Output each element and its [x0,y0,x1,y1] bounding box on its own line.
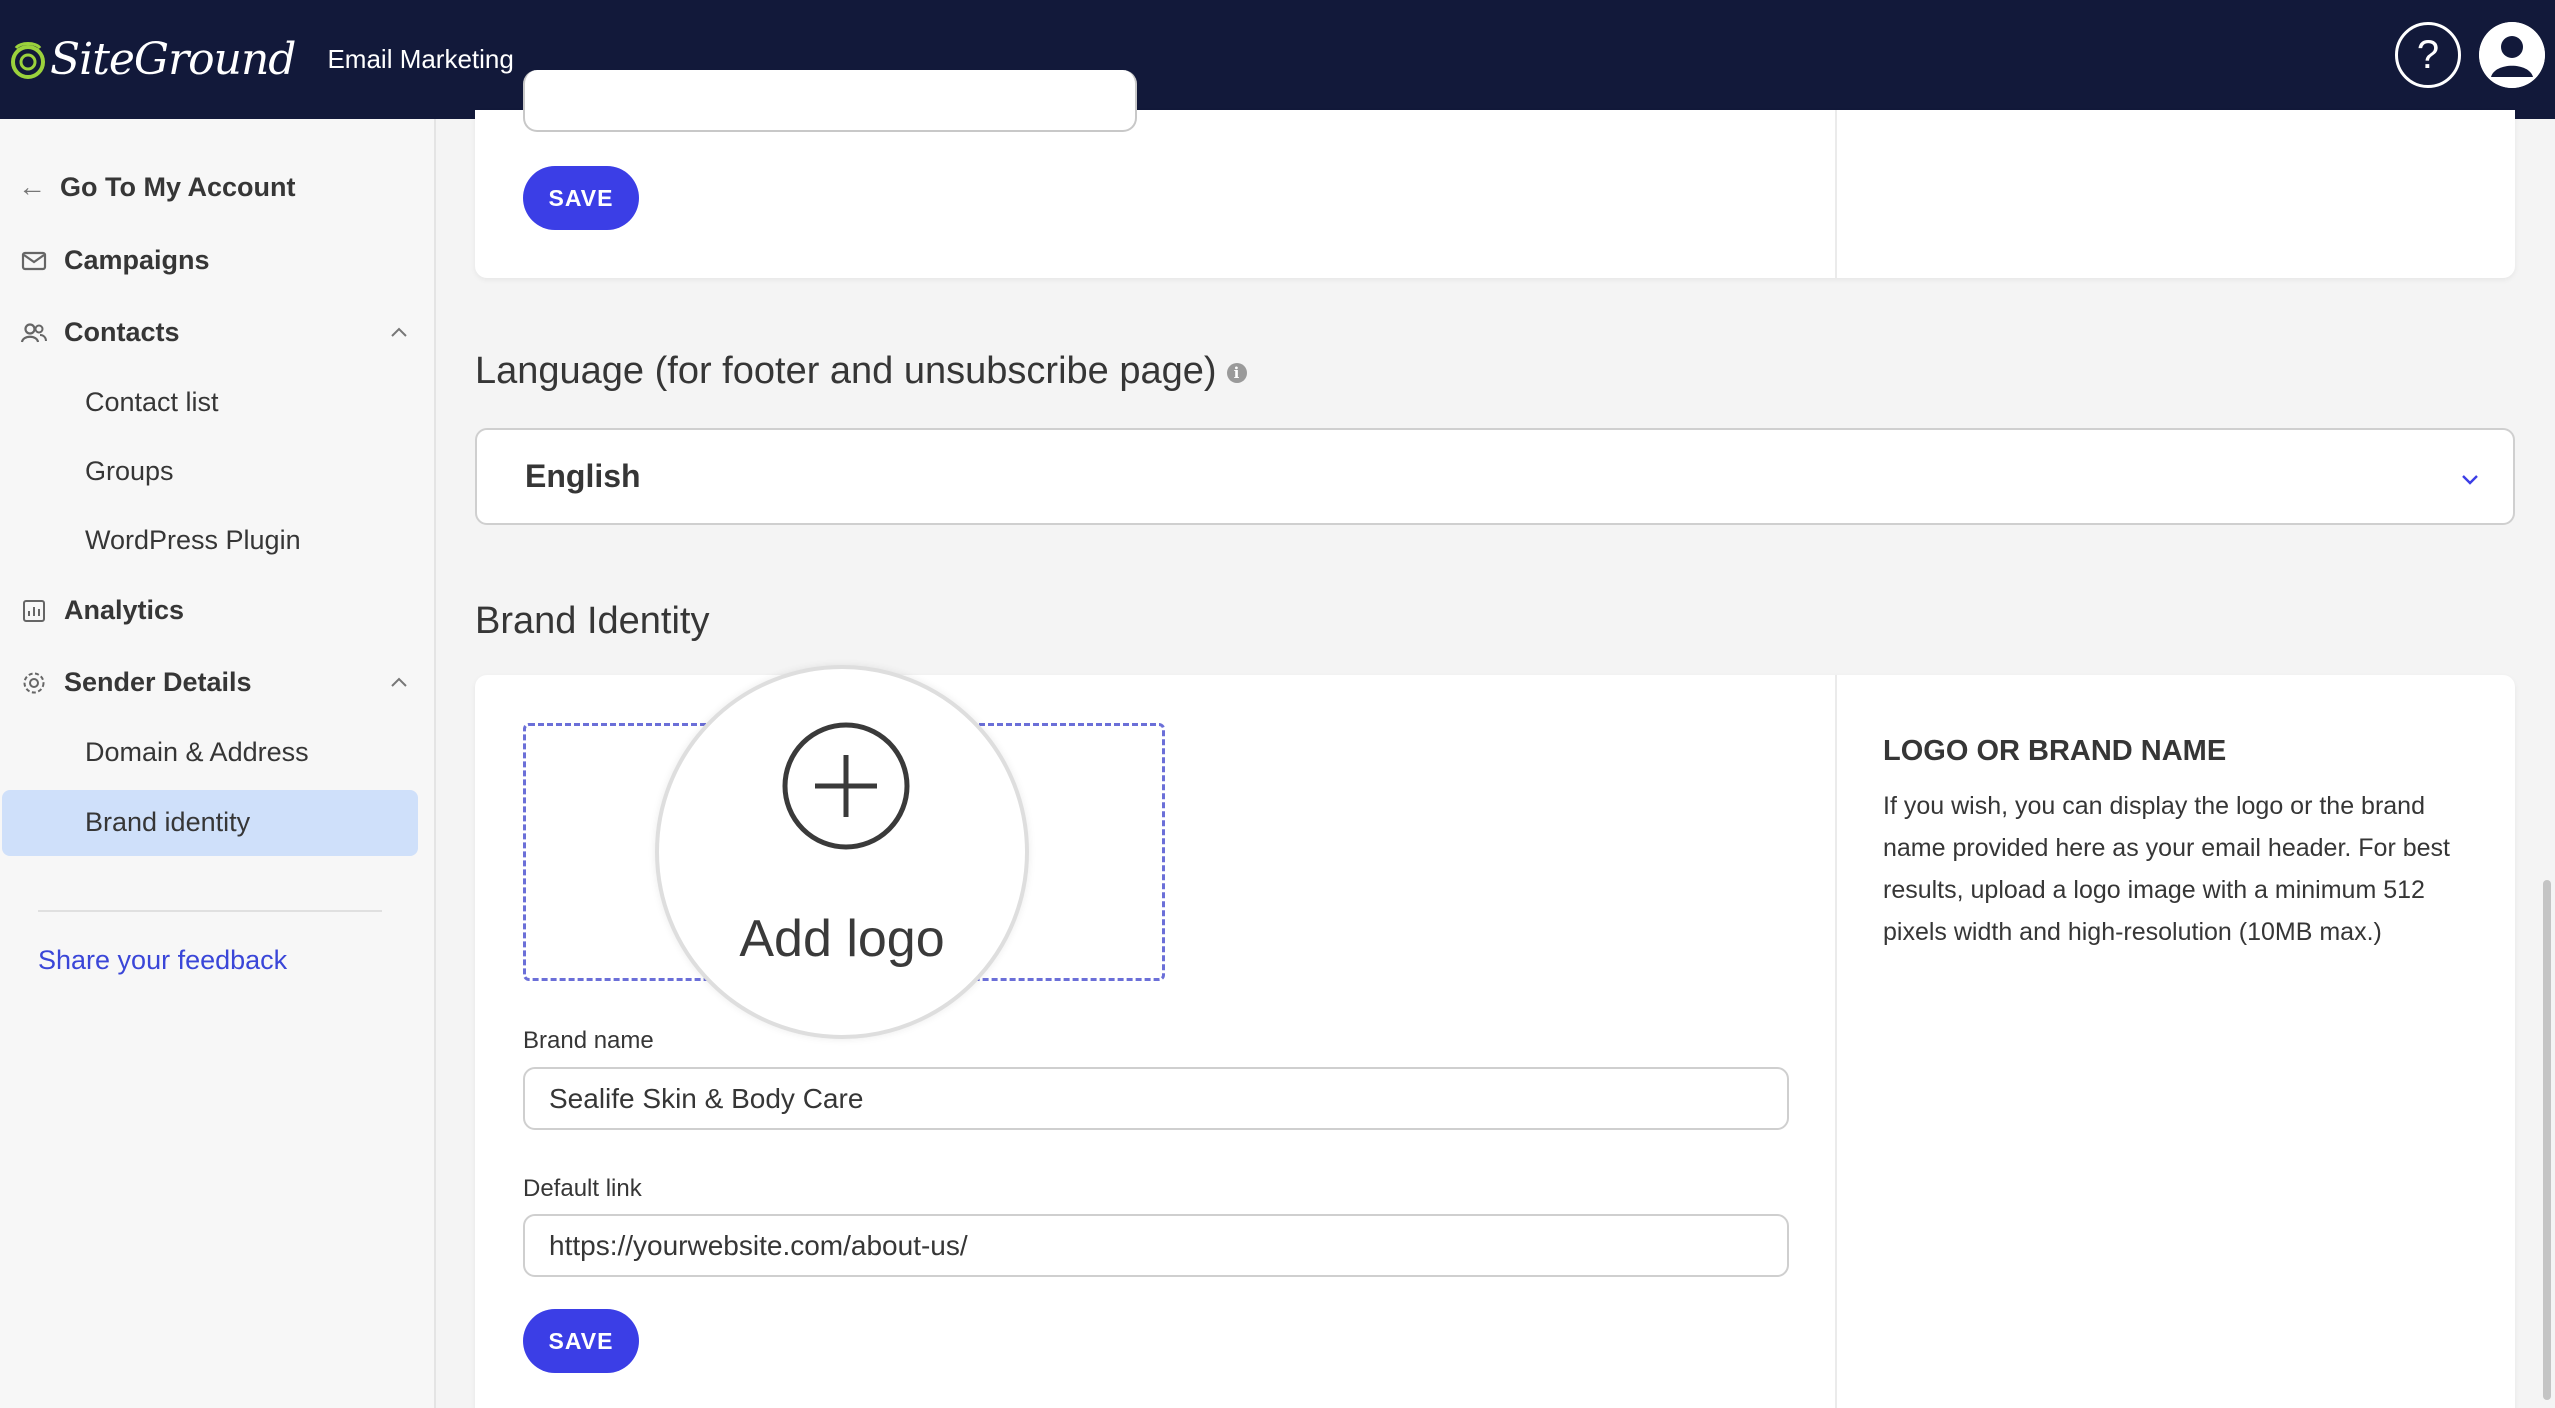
sidebar-item-contacts[interactable]: Contacts [20,317,410,348]
default-link-label: Default link [523,1175,642,1202]
brand-identity-card: Add logo Brand name Default link SAVE LO… [475,665,2515,1408]
help-icon: ? [2416,32,2440,77]
sidebar-item-label: Analytics [64,595,185,625]
go-to-my-account-link[interactable]: ← Go To My Account [18,171,296,203]
siteground-logo[interactable]: SiteGround [10,34,296,85]
brand-name-input[interactable] [523,1067,1789,1130]
chevron-up-icon[interactable] [388,321,410,343]
users-icon [20,319,48,347]
chevron-down-icon [2462,475,2478,485]
sidebar-item-contact-list[interactable]: Contact list [85,387,219,418]
product-name: Email Marketing [327,44,514,74]
sidebar-item-sender-details[interactable]: Sender Details [20,667,410,698]
sidebar-item-brand-identity[interactable]: Brand identity [85,807,250,838]
brand-name: SiteGround [50,34,296,85]
share-feedback-link[interactable]: Share your feedback [38,945,287,976]
previous-settings-card: SAVE [475,70,2515,278]
logo-help-text: If you wish, you can display the logo or… [1883,792,2450,946]
brand-save-button[interactable]: SAVE [523,1309,639,1373]
sidebar-item-analytics[interactable]: Analytics [20,595,410,626]
help-button[interactable]: ? [2395,22,2461,88]
brand-name-label: Brand name [523,1027,654,1054]
arrow-left-icon: ← [18,171,46,202]
siteground-logo-icon [11,41,45,79]
default-link-input[interactable] [523,1214,1789,1277]
add-logo-button[interactable]: Add logo [655,665,1029,1039]
language-section-title: Language (for footer and unsubscribe pag… [475,350,1247,393]
language-select-value: English [525,458,641,494]
save-button[interactable]: SAVE [523,166,639,230]
sidebar-item-wordpress-plugin[interactable]: WordPress Plugin [85,525,301,556]
sidebar-divider [38,910,382,912]
card-divider [1835,110,1837,278]
add-circle-icon [782,722,910,850]
card-divider [1835,675,1837,1408]
sidebar: ← Go To My Account Campaigns Contacts Co… [0,119,436,1408]
page-scrollbar[interactable] [2543,880,2551,1400]
sidebar-item-campaigns[interactable]: Campaigns [20,245,410,276]
sidebar-item-groups[interactable]: Groups [85,456,174,487]
gear-icon [20,669,48,697]
language-select[interactable]: English [475,428,2515,525]
info-icon[interactable]: i [1226,362,1247,383]
envelope-icon [20,247,48,275]
previous-input-field[interactable] [523,70,1137,132]
top-bar: SiteGround Email Marketing ? [0,0,2555,119]
language-title-text: Language (for footer and unsubscribe pag… [475,350,1217,392]
sidebar-item-label: Sender Details [64,667,252,697]
add-logo-label: Add logo [739,910,945,968]
account-avatar-button[interactable] [2479,22,2545,88]
sidebar-item-label: Contacts [64,317,180,347]
chevron-up-icon[interactable] [388,671,410,693]
bar-chart-icon [20,597,48,625]
sidebar-item-label: Campaigns [64,245,210,275]
sidebar-item-domain-address[interactable]: Domain & Address [85,737,309,768]
brand-identity-section-title: Brand Identity [475,600,710,642]
user-avatar-icon [2479,22,2545,88]
go-to-my-account-label: Go To My Account [60,171,296,202]
logo-help-title: LOGO OR BRAND NAME [1883,735,2227,767]
